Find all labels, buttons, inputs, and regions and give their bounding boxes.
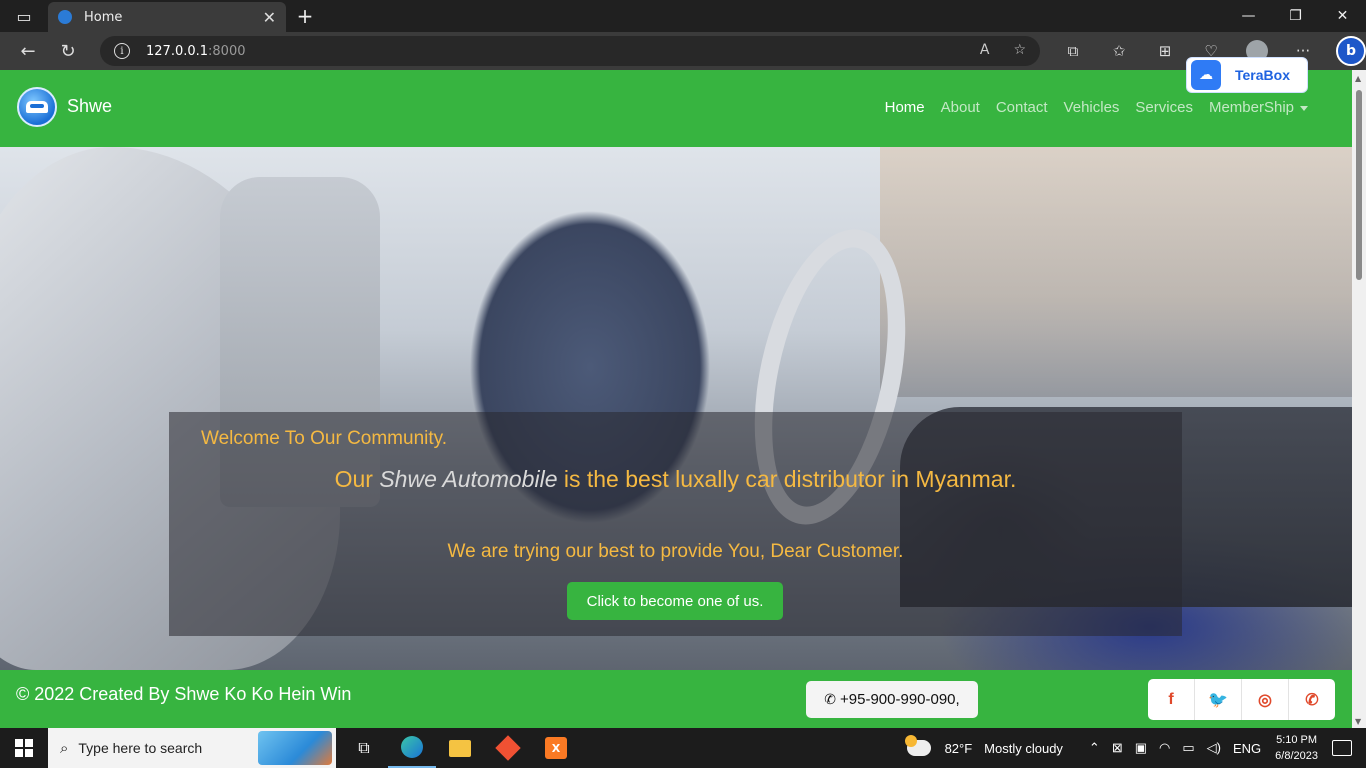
whatsapp-icon[interactable]: ✆ <box>1289 679 1335 720</box>
hero-image-window <box>880 147 1352 397</box>
caret-down-icon <box>1300 105 1308 111</box>
xampp-icon[interactable]: X <box>532 728 580 768</box>
clock[interactable]: 5:10 PM 6/8/2023 <box>1275 732 1318 764</box>
terabox-extension-button[interactable]: ☁ TeraBox <box>1186 57 1308 93</box>
tab-title: Home <box>84 9 123 25</box>
nav-membership-label: MemberShip <box>1208 99 1294 116</box>
edge-taskbar-icon[interactable] <box>388 728 436 768</box>
tab-actions-icon[interactable]: ▭ <box>0 0 48 32</box>
battery-icon[interactable]: ▭ <box>1182 740 1194 756</box>
brand-name[interactable]: Shwe <box>67 96 112 117</box>
task-view-icon[interactable]: ⧉ <box>340 728 388 768</box>
site-info-icon[interactable]: i <box>114 43 130 59</box>
windows-logo-icon <box>15 739 33 757</box>
tab-favicon-icon <box>58 10 72 24</box>
instagram-icon[interactable]: ◎ <box>1242 679 1289 720</box>
language-indicator[interactable]: ENG <box>1233 741 1261 756</box>
weather-temp[interactable]: 82°F <box>945 741 973 756</box>
hero-subline: We are trying our best to provide You, D… <box>447 541 904 562</box>
car-logo-icon[interactable] <box>17 87 57 127</box>
restore-button[interactable]: ❐ <box>1272 0 1319 32</box>
notifications-icon[interactable] <box>1332 740 1352 756</box>
nav-contact[interactable]: Contact <box>988 99 1056 116</box>
file-explorer-icon[interactable] <box>436 728 484 768</box>
browser-tab-home[interactable]: Home ✕ <box>48 2 286 32</box>
extensions-icon[interactable]: ⧉ <box>1050 42 1096 60</box>
page-scrollbar[interactable]: ▲ ▼ <box>1352 70 1366 728</box>
cloud-upload-icon: ☁ <box>1191 60 1221 90</box>
site-footer: © 2022 Created By Shwe Ko Ko Hein Win ✆ … <box>0 670 1352 728</box>
site-navbar: Shwe Home About Contact Vehicles Service… <box>0 70 1352 147</box>
start-button[interactable] <box>0 728 48 768</box>
tray-app-icon[interactable]: ⊠ <box>1112 740 1123 756</box>
search-placeholder: Type here to search <box>78 740 203 756</box>
clock-date: 6/8/2023 <box>1275 750 1318 762</box>
window-controls: — ❐ ✕ <box>1225 0 1366 32</box>
terabox-label: TeraBox <box>1235 67 1290 83</box>
join-button[interactable]: Click to become one of us. <box>567 582 783 620</box>
url-port: :8000 <box>208 43 246 59</box>
facebook-icon[interactable]: f <box>1148 679 1195 720</box>
weather-cloudy-icon[interactable] <box>904 735 931 756</box>
phone-button[interactable]: ✆ +95-900-990-090, <box>806 681 978 718</box>
scroll-up-icon[interactable]: ▲ <box>1355 74 1361 83</box>
windows-taskbar: ⌕ Type here to search ⧉ X 82°F Mostly cl… <box>0 728 1366 768</box>
address-bar[interactable]: i 127.0.0.1:8000 A ☆ <box>100 36 1040 66</box>
back-arrow-icon[interactable]: ← <box>8 32 48 70</box>
nav-menu: Home About Contact Vehicles Services Mem… <box>877 99 1316 116</box>
volume-icon[interactable]: ◁) <box>1207 740 1221 756</box>
phone-number: +95-900-990-090, <box>840 691 960 708</box>
search-highlight-image <box>258 731 332 765</box>
scroll-down-icon[interactable]: ▼ <box>1355 717 1361 726</box>
nav-about[interactable]: About <box>933 99 988 116</box>
collections-icon[interactable]: ⊞ <box>1142 42 1188 60</box>
headline-pre: Our <box>334 466 380 492</box>
clock-time: 5:10 PM <box>1276 734 1318 746</box>
url-host: 127.0.0.1 <box>146 43 209 59</box>
browser-toolbar: ← ↻ i 127.0.0.1:8000 A ☆ ⧉ ✩ ⊞ ♡ ··· b <box>0 32 1366 70</box>
git-icon[interactable] <box>484 728 532 768</box>
tab-close-icon[interactable]: ✕ <box>263 8 276 27</box>
tray-vm-icon[interactable]: ▣ <box>1135 740 1147 756</box>
close-window-button[interactable]: ✕ <box>1319 0 1366 32</box>
hero-headline: Our Shwe Automobile is the best luxally … <box>169 464 1182 494</box>
favorite-star-icon[interactable]: ☆ <box>1013 42 1026 58</box>
hero-caption: Welcome To Our Community. Our Shwe Autom… <box>169 412 1182 636</box>
minimize-button[interactable]: — <box>1225 0 1272 32</box>
welcome-text: Welcome To Our Community. <box>201 428 448 449</box>
weather-text[interactable]: Mostly cloudy <box>984 741 1063 756</box>
headline-post: is the best luxally car distributor in M… <box>557 466 1017 492</box>
chevron-up-icon[interactable]: ⌃ <box>1089 740 1100 756</box>
browser-tabbar: ▭ Home ✕ + — ❐ ✕ <box>0 0 1366 32</box>
search-icon: ⌕ <box>60 739 69 757</box>
social-links: f 🐦 ◎ ✆ <box>1148 679 1335 720</box>
hero-banner: Welcome To Our Community. Our Shwe Autom… <box>0 147 1352 670</box>
copyright-text: © 2022 Created By Shwe Ko Ko Hein Win <box>16 684 352 704</box>
twitter-icon[interactable]: 🐦 <box>1195 679 1242 720</box>
new-tab-button[interactable]: + <box>294 4 316 28</box>
nav-services[interactable]: Services <box>1127 99 1201 116</box>
nav-vehicles[interactable]: Vehicles <box>1056 99 1128 116</box>
phone-icon: ✆ <box>824 691 837 707</box>
nav-membership-dropdown[interactable]: MemberShip <box>1201 99 1316 116</box>
wifi-icon[interactable]: ◠ <box>1159 740 1170 756</box>
favorites-icon[interactable]: ✩ <box>1096 42 1142 60</box>
taskbar-search[interactable]: ⌕ Type here to search <box>48 728 336 768</box>
bing-icon[interactable]: b <box>1336 36 1366 66</box>
web-page: Shwe Home About Contact Vehicles Service… <box>0 70 1352 728</box>
headline-company: Shwe Automobile <box>379 466 558 492</box>
read-aloud-icon[interactable]: A <box>980 42 990 58</box>
scroll-thumb[interactable] <box>1356 90 1362 280</box>
system-tray: 82°F Mostly cloudy ⌃ ⊠ ▣ ◠ ▭ ◁) ENG 5:10… <box>904 728 1366 768</box>
nav-home[interactable]: Home <box>877 99 933 116</box>
refresh-icon[interactable]: ↻ <box>48 32 88 70</box>
